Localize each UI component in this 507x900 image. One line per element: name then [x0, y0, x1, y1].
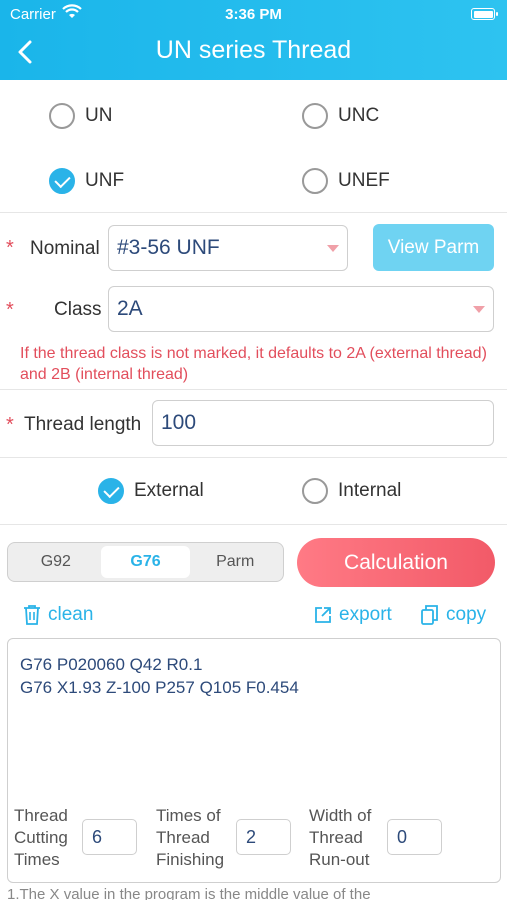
nominal-value: #3-56 UNF: [117, 236, 220, 259]
radio-unc[interactable]: UNC: [302, 103, 379, 129]
cutting-times-input[interactable]: 6: [82, 819, 137, 855]
export-button[interactable]: export: [313, 604, 392, 626]
finishing-times-input[interactable]: 2: [236, 819, 291, 855]
footnote: 1.The X value in the program is the midd…: [7, 886, 371, 900]
radio-label: UNC: [338, 105, 380, 126]
code-line: G76 X1.93 Z-100 P257 Q105 F0.454: [20, 678, 299, 697]
label-line: Thread: [309, 828, 363, 847]
runout-width-label: Width of Thread Run-out: [309, 805, 371, 871]
chevron-down-icon: [327, 245, 339, 252]
radio-unef[interactable]: UNEF: [302, 168, 390, 194]
status-time: 3:36 PM: [225, 6, 282, 23]
radio-label: External: [134, 480, 204, 501]
tab-g76[interactable]: G76: [100, 546, 191, 578]
radio-internal[interactable]: Internal: [302, 478, 401, 504]
class-select[interactable]: 2A: [108, 286, 494, 332]
status-bar: Carrier 3:36 PM: [0, 4, 507, 24]
series-section: UN UNC UNF UNEF: [0, 80, 507, 213]
label-line: Times of: [156, 806, 221, 825]
copy-icon: [421, 605, 438, 625]
label-line: Finishing: [156, 850, 225, 869]
radio-circle: [49, 103, 75, 129]
thread-length-input[interactable]: 100: [152, 400, 494, 446]
radio-external[interactable]: External: [98, 478, 204, 504]
label-line: Thread: [14, 806, 68, 825]
label-line: Thread: [156, 828, 210, 847]
label-line: Run-out: [309, 850, 370, 869]
class-value: 2A: [117, 297, 143, 320]
copy-button[interactable]: copy: [420, 604, 486, 626]
radio-label: UN: [85, 105, 113, 126]
required-star: *: [6, 414, 14, 436]
export-icon: [315, 607, 331, 623]
export-label: export: [339, 604, 392, 625]
code-output-box[interactable]: G76 P020060 Q42 R0.1 G76 X1.93 Z-100 P257…: [7, 638, 501, 883]
class-label: Class: [54, 299, 102, 320]
battery-icon: [471, 8, 498, 20]
thread-length-label: Thread length: [24, 414, 142, 435]
code-type-tabs: G92 G76 Parm: [7, 542, 284, 582]
page-title: UN series Thread: [155, 36, 352, 64]
class-hint: If the thread class is not marked, it de…: [20, 345, 487, 383]
label-line: Cutting: [14, 828, 68, 847]
radio-circle: [302, 103, 328, 129]
required-star: *: [6, 299, 14, 321]
radio-label: UNEF: [338, 170, 390, 191]
clean-label: clean: [48, 604, 94, 625]
tab-g92[interactable]: G92: [11, 546, 101, 578]
trash-icon: [24, 605, 40, 625]
view-parm-button[interactable]: View Parm: [373, 224, 494, 271]
copy-label: copy: [446, 604, 487, 625]
calculation-button[interactable]: Calculation: [297, 538, 495, 587]
app-header: Carrier 3:36 PM UN series Thread: [0, 0, 507, 80]
label-line: Width of: [309, 806, 372, 825]
nominal-label: Nominal: [30, 238, 100, 259]
radio-circle: [302, 478, 328, 504]
radio-unf[interactable]: UNF: [49, 168, 124, 194]
runout-width-input[interactable]: 0: [387, 819, 442, 855]
radio-label: UNF: [85, 170, 125, 191]
radio-label: Internal: [338, 480, 402, 501]
thread-type-section: External Internal: [0, 458, 507, 525]
required-star: *: [6, 237, 14, 259]
check-icon: [98, 478, 124, 504]
chevron-down-icon: [473, 306, 485, 313]
tab-parm[interactable]: Parm: [190, 546, 280, 578]
cutting-times-label: Thread Cutting Times: [14, 805, 68, 871]
label-line: Times: [14, 850, 60, 869]
code-line: G76 P020060 Q42 R0.1: [20, 655, 203, 674]
finishing-times-label: Times of Thread Finishing: [156, 805, 224, 871]
check-icon: [49, 168, 75, 194]
nominal-select[interactable]: #3-56 UNF: [108, 225, 348, 271]
radio-circle: [302, 168, 328, 194]
code-output: G76 P020060 Q42 R0.1 G76 X1.93 Z-100 P257…: [20, 653, 299, 699]
clean-button[interactable]: clean: [22, 604, 93, 626]
radio-un[interactable]: UN: [49, 103, 112, 129]
